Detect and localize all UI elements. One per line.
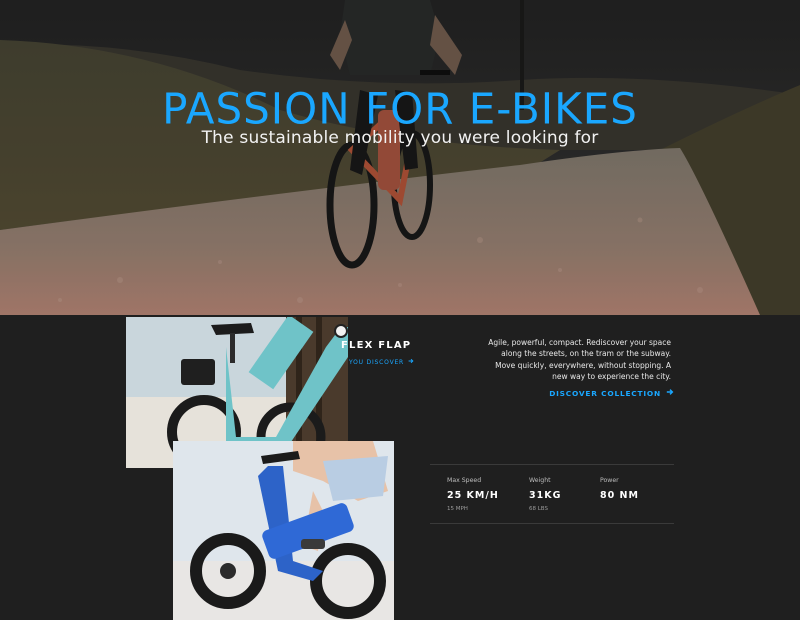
product-discover-label: YOU DISCOVER (349, 358, 405, 366)
hero-overlay (0, 0, 800, 315)
discover-collection-label: DISCOVER COLLECTION (549, 388, 661, 398)
arrow-right-icon (408, 358, 414, 366)
discover-collection-link[interactable]: DISCOVER COLLECTION (549, 388, 674, 398)
spec-label: Weight (529, 477, 551, 484)
spec-sub: 15 MPH (447, 506, 468, 512)
spec-value: 31KG (529, 490, 562, 501)
spec-value: 25 KM/H (447, 490, 499, 501)
collection-description: Agile, powerful, compact. Rediscover you… (488, 338, 671, 381)
spec-sub: 68 LBS (529, 506, 548, 512)
spec-label: Max Speed (447, 477, 482, 484)
spec-label: Power (600, 477, 619, 484)
hero-title: PASSION FOR E-BIKES (162, 83, 638, 134)
arrow-right-icon (666, 388, 674, 398)
product-image-blue-bike[interactable] (173, 441, 394, 620)
hero-section: PASSION FOR E-BIKES The sustainable mobi… (0, 0, 800, 315)
spec-value: 80 NM (600, 490, 639, 501)
spec-max-speed: Max Speed 25 KM/H 15 MPH (447, 477, 499, 512)
spec-weight: Weight 31KG 68 LBS (529, 477, 561, 512)
specs-panel: Max Speed 25 KM/H 15 MPH Weight 31KG 68 … (430, 464, 674, 524)
spec-power: Power 80 NM (600, 477, 639, 506)
product-discover-link[interactable]: YOU DISCOVER (349, 358, 414, 366)
product-title: FLEX FLAP (341, 340, 412, 351)
hero-subtitle: The sustainable mobility you were lookin… (201, 128, 599, 148)
